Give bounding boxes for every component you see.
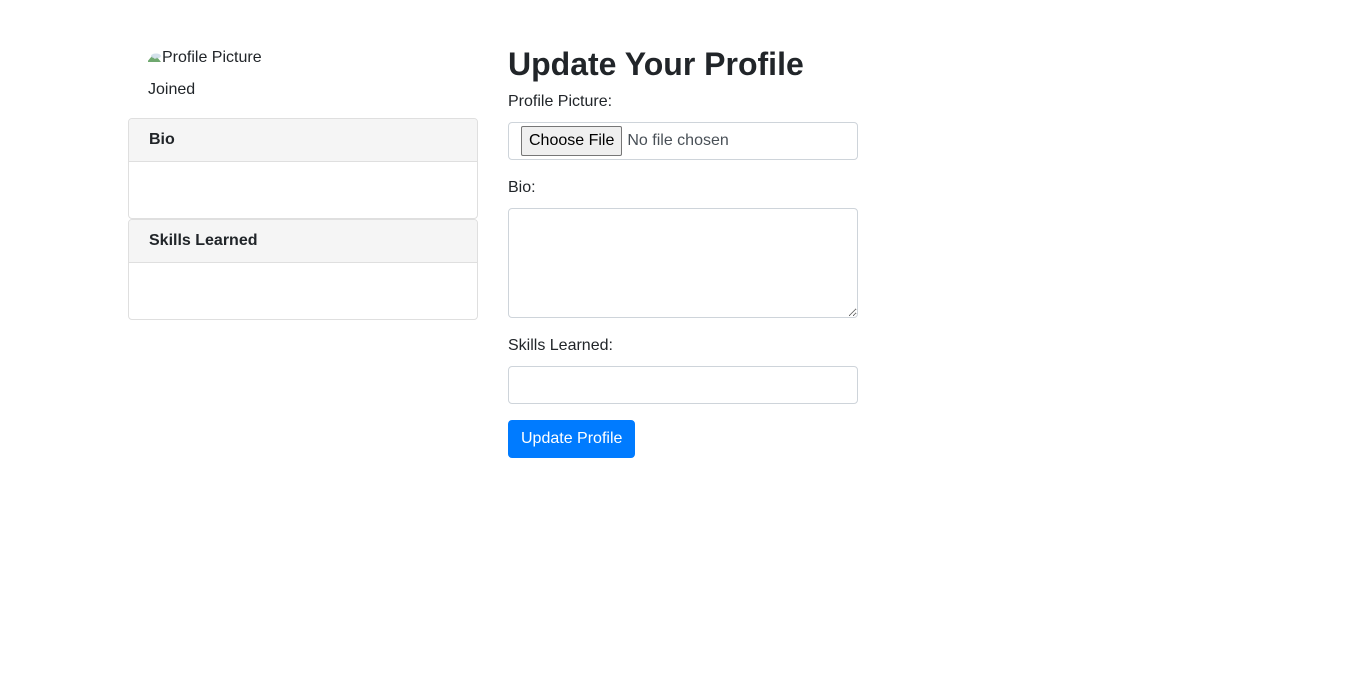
bio-card-header: Bio — [129, 119, 477, 162]
update-profile-button[interactable]: Update Profile — [508, 420, 636, 458]
profile-picture: Profile Picture — [148, 46, 266, 70]
profile-picture-alt-text: Profile Picture — [162, 49, 262, 66]
broken-image-icon — [148, 53, 162, 63]
skills-card: Skills Learned — [128, 219, 478, 320]
profile-picture-file-input[interactable]: Choose File No file chosen — [508, 122, 858, 160]
page-title: Update Your Profile — [508, 46, 804, 82]
skills-card-header: Skills Learned — [129, 220, 477, 263]
bio-textarea[interactable] — [508, 208, 858, 318]
skills-label: Skills Learned: — [508, 337, 613, 354]
update-profile-form: Update Your Profile Profile Picture: Cho… — [508, 40, 858, 458]
bio-card-body — [129, 162, 477, 218]
skills-card-body — [129, 263, 477, 319]
file-status-text: No file chosen — [627, 132, 729, 149]
choose-file-button[interactable]: Choose File — [521, 126, 623, 156]
bio-label: Bio: — [508, 179, 536, 196]
profile-sidebar: Profile Picture Joined Bio Skills Learne… — [128, 46, 478, 320]
bio-card: Bio — [128, 118, 478, 219]
joined-text: Joined — [148, 81, 196, 98]
skills-input[interactable] — [508, 366, 858, 404]
profile-picture-label: Profile Picture: — [508, 93, 613, 110]
